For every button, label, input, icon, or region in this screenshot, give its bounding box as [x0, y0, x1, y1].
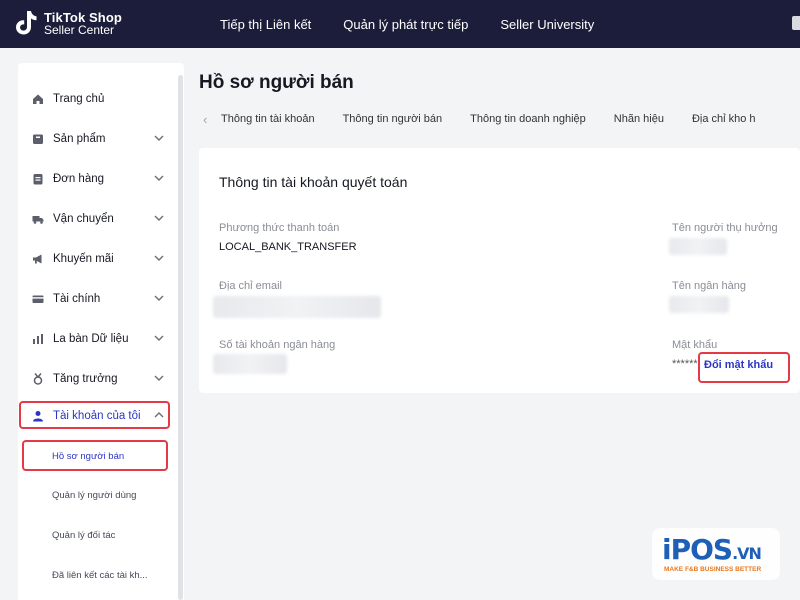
sidebar-item-products[interactable]: Sản phẩm [18, 121, 184, 157]
sidebar-item-label: Đơn hàng [53, 173, 105, 185]
tab-brands[interactable]: Nhãn hiệu [614, 113, 664, 125]
truck-icon [32, 213, 44, 225]
sidebar-item-data-compass[interactable]: La bàn Dữ liệu [18, 321, 184, 357]
sidebar-item-growth[interactable]: Tăng trưởng [18, 361, 184, 397]
my-account-highlight-box [19, 401, 170, 429]
sidebar-item-promotions[interactable]: Khuyến mãi [18, 241, 184, 277]
tab-business-info[interactable]: Thông tin doanh nghiệp [470, 113, 586, 125]
sidebar-subitem-partner-management[interactable]: Quản lý đối tác [52, 530, 115, 541]
ipos-brand: iPOS [662, 533, 733, 566]
nav-live-management[interactable]: Quản lý phát trực tiếp [343, 17, 468, 32]
payment-method-label: Phương thức thanh toán [219, 222, 340, 234]
beneficiary-name-redacted [669, 238, 727, 255]
chevron-down-icon [154, 135, 164, 141]
sidebar-item-label: La bàn Dữ liệu [53, 333, 129, 345]
settlement-account-card: Thông tin tài khoản quyết toán Phương th… [199, 148, 800, 393]
chevron-down-icon [154, 175, 164, 181]
email-redacted [213, 296, 381, 318]
logo-subtitle: Seller Center [44, 23, 115, 37]
top-bar: TikTok Shop Seller Center Tiếp thị Liên … [0, 0, 800, 48]
sidebar-scrollbar[interactable] [178, 75, 183, 600]
bank-account-number-label: Số tài khoản ngân hàng [219, 339, 336, 351]
sidebar-item-shipping[interactable]: Vận chuyển [18, 201, 184, 237]
sidebar: Trang chủ Sản phẩm Đơn hàng Vận chuyển K… [18, 63, 184, 600]
tiktok-logo-icon [14, 9, 40, 39]
chevron-down-icon [154, 215, 164, 221]
ipos-tagline: MAKE F&B BUSINESS BETTER [664, 566, 762, 573]
password-label: Mật khẩu [672, 339, 718, 351]
tab-account-info[interactable]: Thông tin tài khoản [221, 113, 315, 125]
bar-chart-icon [32, 333, 44, 345]
order-icon [32, 173, 44, 185]
ipos-suffix: .VN [732, 544, 762, 563]
sidebar-item-label: Sản phẩm [53, 133, 106, 145]
password-value: ****** [672, 358, 698, 370]
sidebar-subitem-user-management[interactable]: Quản lý người dùng [52, 490, 136, 501]
bank-name-redacted [669, 296, 729, 313]
tiktok-shop-logo[interactable]: TikTok Shop Seller Center [14, 9, 204, 39]
tab-seller-info[interactable]: Thông tin người bán [343, 113, 443, 125]
sidebar-item-label: Vận chuyển [53, 213, 114, 225]
email-label: Địa chỉ email [219, 280, 282, 292]
chevron-left-icon[interactable]: ‹ [203, 112, 221, 127]
ipos-watermark-logo: iPOS.VN MAKE F&B BUSINESS BETTER [652, 528, 780, 580]
sidebar-item-label: Trang chủ [53, 93, 105, 105]
chevron-down-icon [154, 335, 164, 341]
tab-warehouse-address[interactable]: Địa chỉ kho h [692, 113, 756, 125]
nav-seller-university[interactable]: Seller University [500, 17, 594, 32]
chevron-down-icon [154, 255, 164, 261]
nav-affiliate-marketing[interactable]: Tiếp thị Liên kết [220, 17, 311, 32]
sidebar-item-orders[interactable]: Đơn hàng [18, 161, 184, 197]
medal-icon [32, 373, 44, 385]
wallet-icon [32, 293, 44, 305]
home-icon [32, 93, 44, 105]
bank-name-label: Tên ngân hàng [672, 280, 747, 292]
product-icon [32, 133, 44, 145]
sidebar-item-finance[interactable]: Tài chính [18, 281, 184, 317]
change-password-highlight-box [698, 352, 790, 383]
chevron-down-icon [154, 295, 164, 301]
sidebar-item-label: Tài chính [53, 293, 101, 305]
top-navigation: Tiếp thị Liên kết Quản lý phát trực tiếp… [220, 17, 626, 32]
payment-method-value: LOCAL_BANK_TRANSFER [219, 241, 357, 253]
device-icon[interactable] [792, 16, 800, 30]
chevron-down-icon [154, 375, 164, 381]
profile-tabs: ‹ Thông tin tài khoản Thông tin người bá… [199, 104, 800, 134]
beneficiary-name-label: Tên người thụ hưởng [672, 222, 778, 234]
sidebar-subitem-linked-accounts[interactable]: Đã liên kết các tài kh... [52, 570, 148, 581]
seller-profile-highlight-box [22, 440, 168, 471]
page-title: Hồ sơ người bán [199, 72, 354, 93]
card-title: Thông tin tài khoản quyết toán [219, 174, 408, 190]
megaphone-icon [32, 253, 44, 265]
bank-account-number-redacted [213, 354, 287, 374]
sidebar-item-label: Tăng trưởng [53, 373, 118, 385]
sidebar-item-home[interactable]: Trang chủ [18, 81, 184, 117]
sidebar-item-label: Khuyến mãi [53, 253, 114, 265]
